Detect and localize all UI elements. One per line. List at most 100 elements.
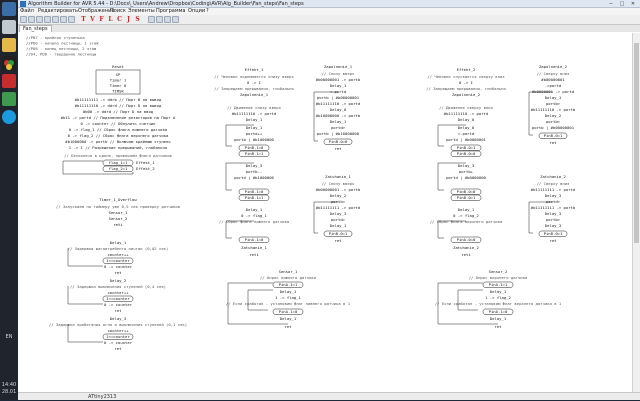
label-title[interactable]: Delay_1 bbox=[110, 240, 127, 245]
comment[interactable]: // Человек поднимается снизу вверх bbox=[214, 74, 294, 79]
title-bar[interactable]: Algorithm Builder for AVR 5.44 - D:\Docs… bbox=[18, 0, 640, 8]
code-line[interactable]: Delay_2 bbox=[545, 113, 562, 118]
code-line[interactable]: #b11111110 -> portd bbox=[232, 111, 277, 116]
comment[interactable]: // Движение сверху вниз bbox=[439, 105, 494, 110]
condition-text[interactable]: PinA.1=0 bbox=[489, 309, 508, 314]
copy-icon[interactable] bbox=[60, 16, 67, 23]
return[interactable]: ret bbox=[494, 324, 501, 329]
condition-text[interactable]: PinA.1=1 bbox=[279, 282, 298, 287]
code-line[interactable]: portb | #b00000001 bbox=[532, 125, 575, 130]
call-line[interactable]: Zapolnenie_1 bbox=[240, 92, 269, 97]
condition-text[interactable]: PinB.0=0 bbox=[457, 151, 476, 156]
comment[interactable]: 0 -> I bbox=[247, 80, 261, 85]
vector-label[interactable]: Timer 1 bbox=[110, 78, 127, 83]
tray-language[interactable]: EN bbox=[0, 334, 18, 340]
call-line[interactable]: Delay_1 bbox=[490, 316, 507, 321]
tool-t-button[interactable]: T bbox=[80, 16, 87, 23]
condition-text[interactable]: PinB.0=1 bbox=[544, 133, 563, 138]
comment[interactable]: // Сброс флага верхнего датчика bbox=[430, 219, 503, 224]
menu-item-5[interactable]: Программа bbox=[156, 8, 185, 15]
call-line[interactable]: Delay_1 bbox=[280, 289, 297, 294]
code-line[interactable]: Delay_3 bbox=[545, 193, 562, 198]
condition-text[interactable]: PinA.1=0 bbox=[279, 309, 298, 314]
algorithm-diagram[interactable]: //PB7 - крайняя ступенька//PD0 - начало … bbox=[18, 33, 632, 392]
code-line[interactable]: portb> bbox=[546, 101, 561, 106]
code-line[interactable]: 0 -> flag_1 bbox=[241, 213, 267, 218]
return[interactable]: ret bbox=[334, 146, 341, 151]
close-button[interactable]: ✕ bbox=[628, 1, 638, 7]
call-line[interactable]: Zatuhanie_2 bbox=[453, 245, 479, 250]
taskbar-app-green-icon[interactable] bbox=[2, 92, 16, 106]
condition-text[interactable]: 1<=counter bbox=[106, 334, 130, 339]
comment[interactable]: // Сверху вниз bbox=[537, 71, 570, 76]
run-icon[interactable] bbox=[156, 16, 163, 23]
label-title[interactable]: Zatuhanie_2 bbox=[540, 174, 566, 179]
menu-item-2[interactable]: Отображение bbox=[78, 8, 114, 15]
code-line[interactable]: Delay_1 bbox=[246, 125, 263, 130]
call-line[interactable]: Sensor_2 bbox=[109, 216, 128, 221]
condition-text[interactable]: 1<=counter bbox=[106, 296, 130, 301]
comment[interactable]: // Снизу вверх bbox=[322, 71, 355, 76]
comment[interactable]: // Если сработал - установим флаг верхне… bbox=[435, 301, 562, 306]
header-comment[interactable]: //PD0 - начало лестницы, 1 этаж bbox=[26, 41, 99, 46]
code-line[interactable]: portb> bbox=[546, 119, 561, 124]
code-line[interactable]: Delay_1 bbox=[330, 83, 347, 88]
condition-text[interactable]: PinB.1=1 bbox=[245, 151, 264, 156]
comment[interactable]: // Бесконечн в цикле, проверяем флаги да… bbox=[64, 153, 172, 158]
code-line[interactable]: Delay_3 bbox=[545, 211, 562, 216]
jump-label[interactable]: Effekt_2 bbox=[136, 166, 155, 171]
code-line[interactable]: portb | #b1000000 bbox=[234, 137, 274, 142]
code-line[interactable]: #b11111110 -> portb bbox=[531, 107, 576, 112]
comment[interactable]: // Задержка пробегания огня и выключения… bbox=[49, 322, 187, 327]
save-icon[interactable] bbox=[36, 16, 43, 23]
vector-label[interactable]: SP bbox=[116, 72, 121, 77]
tool-c-button[interactable]: C bbox=[116, 16, 123, 23]
code-line[interactable]: portb | #b10000000 bbox=[317, 131, 360, 136]
condition-text[interactable]: PinB.1=1 bbox=[245, 195, 264, 200]
code-line[interactable]: Delay_1 bbox=[458, 207, 475, 212]
label-title[interactable]: Reset bbox=[112, 64, 124, 69]
code-line[interactable]: portb | #b00000001 bbox=[317, 95, 360, 100]
tool-v-button[interactable]: V bbox=[89, 16, 96, 23]
new-file-icon[interactable] bbox=[20, 16, 27, 23]
code-line[interactable]: Delay_1 bbox=[330, 119, 347, 124]
open-file-icon[interactable] bbox=[28, 16, 35, 23]
code-line[interactable]: portd | #b0000000 bbox=[446, 175, 486, 180]
header-comment[interactable]: //D4, PD6 - твердение лестницы bbox=[26, 52, 97, 57]
cut-icon[interactable] bbox=[52, 16, 59, 23]
code-line[interactable]: #b11 -> portd // Подключение резисторов … bbox=[61, 115, 176, 120]
return[interactable]: reti bbox=[249, 252, 259, 257]
comment[interactable]: // Запрещаем прерывания, глобально bbox=[214, 86, 294, 91]
comment[interactable]: // Опрос нижнего датчика bbox=[260, 275, 317, 280]
code-line[interactable]: portd> bbox=[331, 217, 346, 222]
code-line[interactable]: counter++ bbox=[107, 290, 129, 295]
code-line[interactable]: #b11111111 -> portd bbox=[316, 205, 361, 210]
tool-j-button[interactable]: J bbox=[125, 16, 132, 23]
code-line[interactable]: #b11111111 -> ddrb // Порт B на вывод bbox=[75, 97, 162, 102]
comment[interactable]: // Движение снизу вверх bbox=[227, 105, 282, 110]
condition-text[interactable]: flag_2=1 bbox=[109, 166, 128, 171]
taskbar-app-ball-icon[interactable] bbox=[2, 56, 16, 70]
return[interactable]: ret bbox=[114, 270, 121, 275]
tab-fan-steps[interactable]: Fan_steps bbox=[19, 25, 52, 32]
tool-f-button[interactable]: F bbox=[98, 16, 105, 23]
settings-icon[interactable] bbox=[172, 16, 179, 23]
code-line[interactable]: #b0000001 -> portd bbox=[532, 89, 574, 94]
return[interactable]: ret bbox=[549, 238, 556, 243]
code-line[interactable]: #b00000001 -> portb bbox=[316, 77, 361, 82]
code-line[interactable]: 0 -> flag_1 // Сброс флага нижнего датчи… bbox=[69, 127, 168, 132]
taskbar-app-skype-icon[interactable] bbox=[2, 110, 16, 124]
taskbar-app-explorer[interactable] bbox=[2, 38, 16, 52]
menu-item-4[interactable]: Элементы bbox=[128, 8, 155, 15]
label-title[interactable]: Effekt_1 bbox=[245, 67, 264, 72]
code-line[interactable]: Delay_3 bbox=[330, 211, 347, 216]
code-line[interactable]: Delay_1 bbox=[330, 223, 347, 228]
comment[interactable]: // Снизу вверх bbox=[322, 181, 355, 186]
return[interactable]: ret bbox=[114, 308, 121, 313]
condition-text[interactable]: flag_1=1 bbox=[109, 160, 128, 165]
call-line[interactable]: Delay_1 bbox=[490, 289, 507, 294]
comment[interactable]: // Запрещаем прерывания, глобально bbox=[426, 86, 506, 91]
code-line[interactable]: 0 -> flag_2 // Сброс флага верхнего датч… bbox=[68, 133, 169, 138]
menu-item-1[interactable]: Редактировать bbox=[38, 8, 78, 15]
tool-l-button[interactable]: L bbox=[107, 16, 114, 23]
